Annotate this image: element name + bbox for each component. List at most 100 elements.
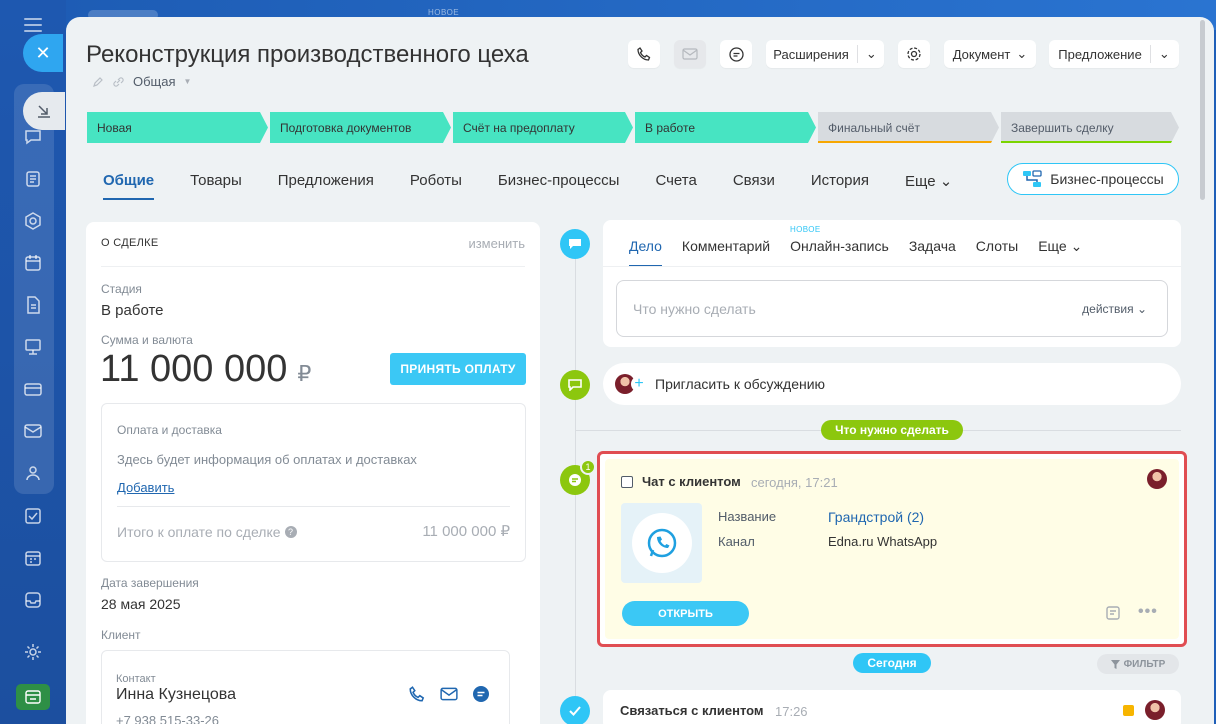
stage-prepayment[interactable]: Счёт на предоплату [453,112,633,143]
tab-more-label: Еще [905,173,936,190]
chat-button[interactable] [720,40,752,68]
payment-info: Здесь будет информация об оплатах и дост… [117,452,417,467]
editor-tab-task[interactable]: Задача [909,238,956,267]
phone-icon [637,47,651,61]
document-label: Документ [952,46,1011,62]
comment-icon [568,379,582,391]
mail-icon [682,48,698,60]
stage-new[interactable]: Новая [87,112,268,143]
scrollbar[interactable] [1200,20,1205,200]
name-value-link[interactable]: Грандстрой (2) [828,509,924,525]
open-chat-button[interactable]: ОТКРЫТЬ [622,601,749,626]
total-row-label: Итого к оплате по сделке ? [117,524,297,540]
invite-label: Пригласить к обсуждению [655,376,826,392]
editor-tab-slots[interactable]: Слоты [976,238,1018,267]
today-pill: Сегодня [853,653,931,673]
settings-icon[interactable] [22,641,44,663]
schedule-icon[interactable] [22,547,44,569]
chevron-down-icon: ⌄ [865,46,877,61]
avatar[interactable] [1147,469,1167,489]
close-slider-button[interactable]: ✕ [23,34,63,72]
filter-icon [1110,659,1120,669]
tab-links[interactable]: Связи [733,172,775,200]
edit-link[interactable]: изменить [468,236,525,251]
status-flag-icon [1123,705,1134,716]
activity-editor: НОВОЕ Дело Комментарий Онлайн-запись Зад… [603,220,1181,347]
divider [117,506,510,507]
chat-activity-body: Чат с клиентом сегодня, 17:21 Название Г… [605,459,1179,639]
stage-in-progress[interactable]: В работе [635,112,816,143]
help-icon[interactable]: ? [284,526,297,538]
chat-icon[interactable] [472,685,490,703]
feed-icon[interactable] [22,168,44,190]
tab-general[interactable]: Общие [103,172,155,200]
complete-checkbox[interactable] [621,476,633,488]
new-badge: НОВОЕ [790,225,821,234]
inbox-icon[interactable] [22,589,44,611]
stage-documents[interactable]: Подготовка документов [270,112,451,143]
close-date-label: Дата завершения [101,576,199,590]
tab-more[interactable]: Еще ⌄ [905,172,952,200]
tab-proposals[interactable]: Предложения [278,172,374,200]
accept-payment-button[interactable]: ПРИНЯТЬ ОПЛАТУ [390,353,526,385]
phone-icon[interactable] [408,685,426,703]
total-label: Итого к оплате по сделке [117,524,281,540]
deal-category: Общая ▼ [92,74,191,89]
actions-dropdown[interactable]: действия ⌄ [1082,302,1147,316]
add-payment-link[interactable]: Добавить [117,480,174,495]
chat-bubble-icon [569,474,581,486]
top-new-badge: НОВОЕ [428,8,460,17]
editor-tab-deal[interactable]: Дело [629,238,662,267]
avatar[interactable] [1145,700,1165,720]
pencil-icon[interactable] [92,76,104,88]
extensions-button[interactable]: Расширения ⌄ [766,40,884,68]
tab-invoices[interactable]: Счета [655,172,696,200]
tab-products[interactable]: Товары [190,172,242,200]
email-button[interactable] [674,40,706,68]
category-selector[interactable]: Общая [133,74,176,89]
marketplace-icon[interactable] [16,684,50,710]
filter-button[interactable]: ФИЛЬТР [1097,654,1179,674]
minimize-slider-button[interactable] [23,92,65,130]
editor-tab-comment[interactable]: Комментарий [682,238,770,267]
editor-tab-more[interactable]: Еще ⌄ [1038,238,1082,267]
proposal-button[interactable]: Предложение ⌄ [1049,40,1179,68]
users-icon[interactable] [22,462,44,484]
stage-final-invoice[interactable]: Финальный счёт [818,112,999,143]
payment-delivery-box: Оплата и доставка Здесь будет информация… [101,403,526,562]
tab-business-processes[interactable]: Бизнес-процессы [498,172,620,200]
contact-phone[interactable]: +7 938 515-33-26 [116,713,219,724]
activity-count-badge: 1 [580,459,596,475]
stage-bar: Новая Подготовка документов Счёт на пред… [87,112,1181,143]
minimize-icon [38,105,50,118]
tab-history[interactable]: История [811,172,869,200]
channel-label: Канал [718,534,755,549]
link-icon[interactable] [112,76,125,88]
tab-robots[interactable]: Роботы [410,172,462,200]
deal-panel: Реконструкция производственного цеха Общ… [66,17,1214,724]
timeline-chat-dot [560,229,590,259]
tasks-icon[interactable] [22,505,44,527]
call-button[interactable] [628,40,660,68]
hexagon-icon[interactable] [22,210,44,232]
page-title: Реконструкция производственного цеха [86,41,529,68]
todo-input[interactable]: Что нужно сделать действия ⌄ [616,280,1168,337]
calendar-icon[interactable] [22,252,44,274]
settings-button[interactable] [898,40,930,68]
more-menu-icon[interactable]: ••• [1138,603,1158,621]
document-button[interactable]: Документ ⌄ [944,40,1036,68]
mail-icon[interactable] [22,420,44,442]
stage-close-deal[interactable]: Завершить сделку [1001,112,1179,143]
mail-icon[interactable] [440,687,458,701]
business-processes-button[interactable]: Бизнес-процессы [1007,163,1179,195]
close-date-value: 28 мая 2025 [101,596,181,612]
presentation-icon[interactable] [22,336,44,358]
contact-name[interactable]: Инна Кузнецова [116,686,236,704]
document-icon[interactable] [22,294,44,316]
stage-label: Стадия [101,282,142,296]
note-icon[interactable] [1105,605,1121,621]
card-icon[interactable] [22,378,44,400]
chevron-down-icon[interactable]: ▼ [184,77,192,86]
invite-discussion[interactable]: + Пригласить к обсуждению [603,363,1181,405]
editor-tab-booking[interactable]: Онлайн-запись [790,238,889,267]
